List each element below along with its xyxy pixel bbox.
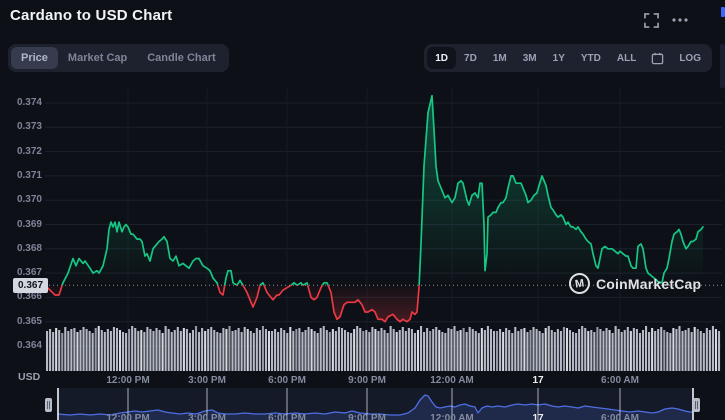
x-axis-tick-label: 12:00 AM xyxy=(430,375,474,386)
navigator-tick-label: 17 xyxy=(532,413,544,420)
time-range-tabs: 1D 7D 1M 3M 1Y YTD ALL LOG xyxy=(424,44,712,72)
navigator-tick-label: 3:00 PM xyxy=(188,413,226,420)
x-axis-tick-label: 12:00 PM xyxy=(106,375,150,386)
range-log[interactable]: LOG xyxy=(671,47,709,69)
range-1m[interactable]: 1M xyxy=(485,47,515,69)
y-axis-tick-label: 0.372 xyxy=(16,145,42,157)
tab-price[interactable]: Price xyxy=(11,47,58,69)
y-axis-tick-label: 0.364 xyxy=(16,340,42,351)
range-calendar-button[interactable] xyxy=(644,47,671,69)
y-axis-tick-label: 0.366 xyxy=(16,291,42,303)
more-options-button[interactable] xyxy=(670,10,690,30)
tab-market-cap[interactable]: Market Cap xyxy=(58,47,137,69)
clipped-button-edge xyxy=(721,7,725,17)
x-axis-tick-label: 6:00 AM xyxy=(601,375,639,386)
navigator-tick-label: 12:00 PM xyxy=(106,413,150,420)
navigator-right-handle[interactable] xyxy=(693,398,700,412)
range-1d[interactable]: 1D xyxy=(427,47,457,69)
chart-panel: Cardano to USD Chart Price Market Cap Cand… xyxy=(0,0,725,420)
range-all[interactable]: ALL xyxy=(609,47,644,69)
calendar-icon xyxy=(652,52,664,64)
range-7d[interactable]: 7D xyxy=(456,47,485,69)
tab-candle-chart[interactable]: Candle Chart xyxy=(137,47,225,69)
y-axis-unit-label: USD xyxy=(18,371,41,383)
x-axis-tick-label: 3:00 PM xyxy=(188,375,226,386)
y-axis-tick-label: 0.368 xyxy=(16,242,42,254)
coinmarketcap-watermark: M CoinMarketCap xyxy=(567,271,702,296)
navigator-tick-label: 6:00 PM xyxy=(268,413,306,420)
coinmarketcap-logo-icon: M xyxy=(567,271,592,296)
navigator-tick-label: 9:00 PM xyxy=(348,413,386,420)
y-axis-tick-label: 0.373 xyxy=(16,121,42,133)
x-axis-tick-label: 17 xyxy=(532,375,544,386)
y-axis-tick-label: 0.365 xyxy=(16,315,42,327)
fullscreen-icon xyxy=(643,12,659,28)
navigator-tick-label: 12:00 AM xyxy=(430,413,474,420)
watermark-text: CoinMarketCap xyxy=(596,275,702,292)
x-axis-tick-label: 9:00 PM xyxy=(348,375,386,386)
current-price-badge: 0.367 xyxy=(13,278,48,293)
y-axis-tick-label: 0.367 xyxy=(16,267,42,279)
range-1y[interactable]: 1Y xyxy=(545,47,573,69)
navigator-left-handle[interactable] xyxy=(45,398,52,412)
y-axis-tick-label: 0.370 xyxy=(16,194,42,206)
y-axis-tick-label: 0.374 xyxy=(16,97,42,108)
page-title: Cardano to USD Chart xyxy=(10,7,173,24)
x-axis-tick-label: 6:00 PM xyxy=(268,375,306,386)
range-ytd[interactable]: YTD xyxy=(573,47,609,69)
chart-view-tabs: Price Market Cap Candle Chart xyxy=(8,44,229,72)
y-axis-tick-label: 0.371 xyxy=(16,169,42,181)
clipped-panel-edge xyxy=(720,44,725,88)
range-3m[interactable]: 3M xyxy=(515,47,545,69)
y-axis-tick-label: 0.369 xyxy=(16,218,42,230)
fullscreen-button[interactable] xyxy=(641,10,661,30)
navigator-tick-label: 6:00 AM xyxy=(601,413,639,420)
ellipsis-icon xyxy=(672,18,688,22)
